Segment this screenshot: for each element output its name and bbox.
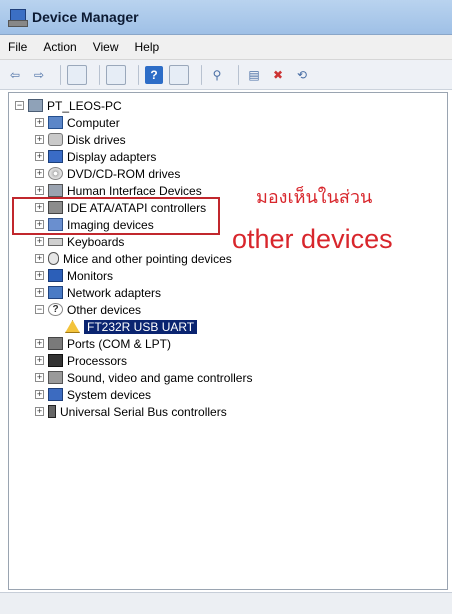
view-icon[interactable] [169,64,189,85]
highlight-box [12,197,220,235]
tree-item-dvd[interactable]: + DVD/CD-ROM drives [35,165,180,182]
expand-toggle[interactable]: + [35,118,44,127]
menu-file[interactable]: File [0,40,35,54]
network-adapter-icon [48,286,63,299]
tree-item-network[interactable]: + Network adapters [35,284,161,301]
keyboard-icon [48,237,63,246]
expand-toggle[interactable]: + [35,339,44,348]
expand-toggle[interactable]: + [35,169,44,178]
device-tree[interactable]: − PT_LEOS-PC + Computer + Disk drives + … [8,92,448,590]
system-device-icon [48,388,63,401]
tree-item-keyboards[interactable]: + Keyboards [35,233,124,250]
tree-item-ports[interactable]: + Ports (COM & LPT) [35,335,171,352]
tree-item-sound[interactable]: + Sound, video and game controllers [35,369,252,386]
disk-icon [48,133,63,146]
expand-toggle[interactable]: + [35,237,44,246]
update-driver-icon[interactable]: ▤ [245,66,263,84]
toolbar-separator [60,64,61,85]
tree-item-computer[interactable]: + Computer [35,114,120,131]
device-manager-icon [8,8,28,27]
tree-root[interactable]: − PT_LEOS-PC [15,97,122,114]
collapse-toggle[interactable]: − [15,101,24,110]
tree-item-label: Processors [67,353,128,368]
tree-item-label: Display adapters [67,149,157,164]
dvd-icon [48,167,63,180]
menu-view[interactable]: View [85,40,127,54]
tree-root-label: PT_LEOS-PC [47,98,122,113]
menu-help[interactable]: Help [127,40,168,54]
tree-item-ft232r[interactable]: FT232R USB UART [65,318,198,335]
tree-item-mice[interactable]: + Mice and other pointing devices [35,250,232,267]
tree-item-label: Other devices [67,302,142,317]
toolbar-separator [99,64,100,85]
back-icon[interactable]: ⇦ [6,66,24,84]
tree-item-label: System devices [67,387,152,402]
tree-item-label: Sound, video and game controllers [67,370,253,385]
tree-item-system[interactable]: + System devices [35,386,151,403]
usb-icon [48,405,56,418]
help-icon[interactable]: ? [145,65,163,84]
properties-icon[interactable] [106,64,126,85]
tree-item-disk-drives[interactable]: + Disk drives [35,131,126,148]
scan-hardware-icon[interactable]: ⚲ [208,66,226,84]
processor-icon [48,354,63,367]
console-tree-icon[interactable] [67,64,87,85]
display-adapter-icon [48,150,63,163]
expand-toggle[interactable]: + [35,254,44,263]
speaker-icon [48,371,63,384]
tree-item-label: Mice and other pointing devices [63,251,232,266]
computer-icon [28,99,43,112]
menu-action[interactable]: Action [35,40,84,54]
hid-icon [48,184,63,197]
tree-item-label: Keyboards [67,234,125,249]
annotation-thai: มองเห็นในส่วน [256,187,373,207]
tree-item-processors[interactable]: + Processors [35,352,127,369]
collapse-toggle[interactable]: − [35,305,44,314]
tree-item-label: Network adapters [67,285,162,300]
warning-icon [65,320,80,333]
expand-toggle[interactable]: + [35,152,44,161]
expand-toggle[interactable]: + [35,390,44,399]
tree-item-label: Computer [67,115,120,130]
annotation-english: other devices [232,224,393,254]
tree-item-label: FT232R USB UART [84,319,198,334]
expand-toggle[interactable]: + [35,407,44,416]
toolbar: ⇦ ⇨ ? ⚲ ▤ ✖ ⟲ [0,60,452,90]
tree-item-label: Monitors [67,268,114,283]
mouse-icon [48,252,59,265]
toolbar-separator [138,64,139,85]
tree-item-label: Disk drives [67,132,126,147]
status-bar [0,592,452,614]
toolbar-separator [238,64,239,85]
tree-item-other-devices[interactable]: − ? Other devices [35,301,141,318]
tree-item-usb[interactable]: + Universal Serial Bus controllers [35,403,227,420]
expand-toggle[interactable]: + [35,271,44,280]
tree-item-display-adapters[interactable]: + Display adapters [35,148,156,165]
tree-item-monitors[interactable]: + Monitors [35,267,113,284]
disable-icon[interactable]: ✖ [269,66,287,84]
expand-toggle[interactable]: + [35,135,44,144]
forward-icon[interactable]: ⇨ [30,66,48,84]
tree-item-label: Ports (COM & LPT) [67,336,172,351]
expand-toggle[interactable]: + [35,186,44,195]
expand-toggle[interactable]: + [35,356,44,365]
window-title: Device Manager [32,9,139,25]
title-bar: Device Manager [0,0,452,35]
expand-toggle[interactable]: + [35,373,44,382]
uninstall-icon[interactable]: ⟲ [293,66,311,84]
monitor-icon [48,269,63,282]
menu-bar: File Action View Help [0,35,452,60]
unknown-device-icon: ? [48,303,63,316]
computer-icon [48,116,63,129]
toolbar-separator [201,64,202,85]
tree-item-label: DVD/CD-ROM drives [67,166,181,181]
tree-item-label: Universal Serial Bus controllers [60,404,227,419]
port-icon [48,337,63,350]
tree-item-label: Human Interface Devices [67,183,202,198]
expand-toggle[interactable]: + [35,288,44,297]
